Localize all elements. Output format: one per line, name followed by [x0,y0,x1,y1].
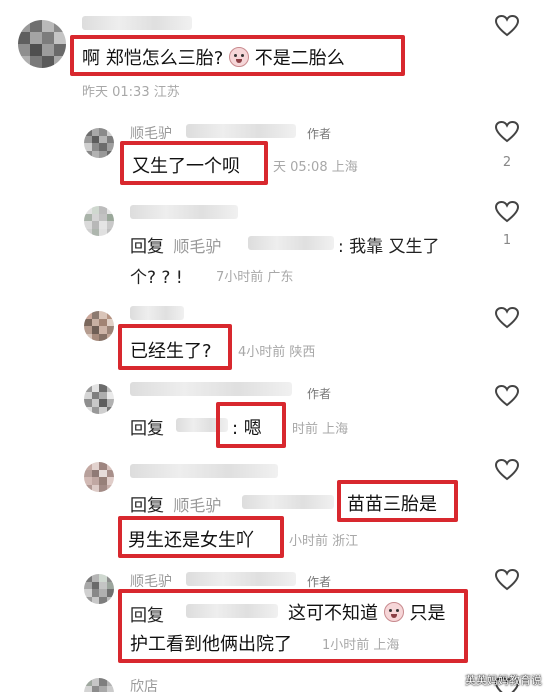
reply-prefix: 回复 [130,237,164,257]
comment-username[interactable]: 顺毛驴 [130,571,172,591]
comment-text-part: 只是 [409,603,446,624]
avatar[interactable] [84,384,114,414]
reply-target-username[interactable]: 顺毛驴 [173,237,221,256]
avatar[interactable] [84,311,114,341]
reply-prefix: 回复 [130,496,164,516]
heart-outline-icon[interactable] [494,458,520,482]
blurred-username [130,306,184,320]
comment-text-part: 啊 郑恺怎么三胎? [82,48,224,69]
comment-meta: 小时前 浙江 [289,534,359,549]
comment-text-part: 男生还是女生吖 [128,530,254,551]
reply-prefix: 回复 [130,419,164,439]
blurred-username [186,124,296,138]
comment-text: : 嗯 [232,418,262,439]
comment-meta: 7小时前 广东 [216,270,294,285]
heart-outline-icon[interactable] [494,200,520,224]
comment-meta: 4小时前 陕西 [238,345,316,360]
reply-prefix: 回复 [130,606,164,626]
heart-outline-icon[interactable] [494,120,520,144]
blurred-username [248,236,334,250]
blurred-username [130,382,292,396]
avatar[interactable] [84,128,114,158]
comment-text: 已经生了? [130,341,212,362]
comment-meta: 昨天 01:33 江苏 [82,85,180,100]
heart-outline-icon[interactable] [494,14,520,38]
avatar[interactable] [18,20,66,68]
smiling-face-emoji-icon [383,602,404,622]
comment-text: 这可不知道 只是 [288,599,445,625]
like-count: 2 [502,155,512,170]
comment-meta: 时前 上海 [292,422,349,437]
comment-text-part: 苗苗三胎是 [347,494,437,515]
comment-meta: 1小时前 上海 [322,638,400,653]
comment-text: 回复 顺毛驴 [130,491,221,516]
heart-outline-icon[interactable] [494,306,520,330]
blurred-username [242,495,334,509]
comment-meta: 天 05:08 上海 [273,160,358,175]
comment-text-part: 护工看到他俩出院了 [130,634,292,655]
blurred-username [130,205,238,219]
comment-text-part: 个? ? ! [130,268,183,288]
blurred-username [186,604,278,618]
author-badge: 作者 [307,387,332,401]
smiling-face-emoji-icon [229,47,250,67]
comment-text-part: 不是二胎么 [254,48,345,69]
author-badge: 作者 [307,127,332,141]
comment-text-part: 这可不知道 [288,603,378,624]
avatar[interactable] [84,206,114,236]
blurred-username [82,16,192,30]
avatar[interactable] [84,574,114,604]
avatar[interactable] [84,678,114,692]
heart-outline-icon[interactable] [494,568,520,592]
like-count: 1 [502,233,512,248]
blurred-username [130,464,278,478]
heart-outline-icon[interactable] [494,384,520,408]
comment-username[interactable]: 顺毛驴 [130,123,172,143]
avatar[interactable] [84,462,114,492]
comment-text: 啊 郑恺怎么三胎? 不是二胎么 [82,44,345,70]
blurred-username [186,572,296,586]
reply-target-username[interactable]: 顺毛驴 [173,496,221,515]
comment-text: 回复 顺毛驴 [130,232,221,257]
comment-text: 又生了一个呗 [132,156,240,177]
comment-text-part: : 我靠 又生了 [338,237,440,257]
author-badge: 作者 [307,575,332,589]
watermark: 英英妈妈教育说 [465,674,542,687]
comment-username[interactable]: 欣店 [130,676,158,692]
